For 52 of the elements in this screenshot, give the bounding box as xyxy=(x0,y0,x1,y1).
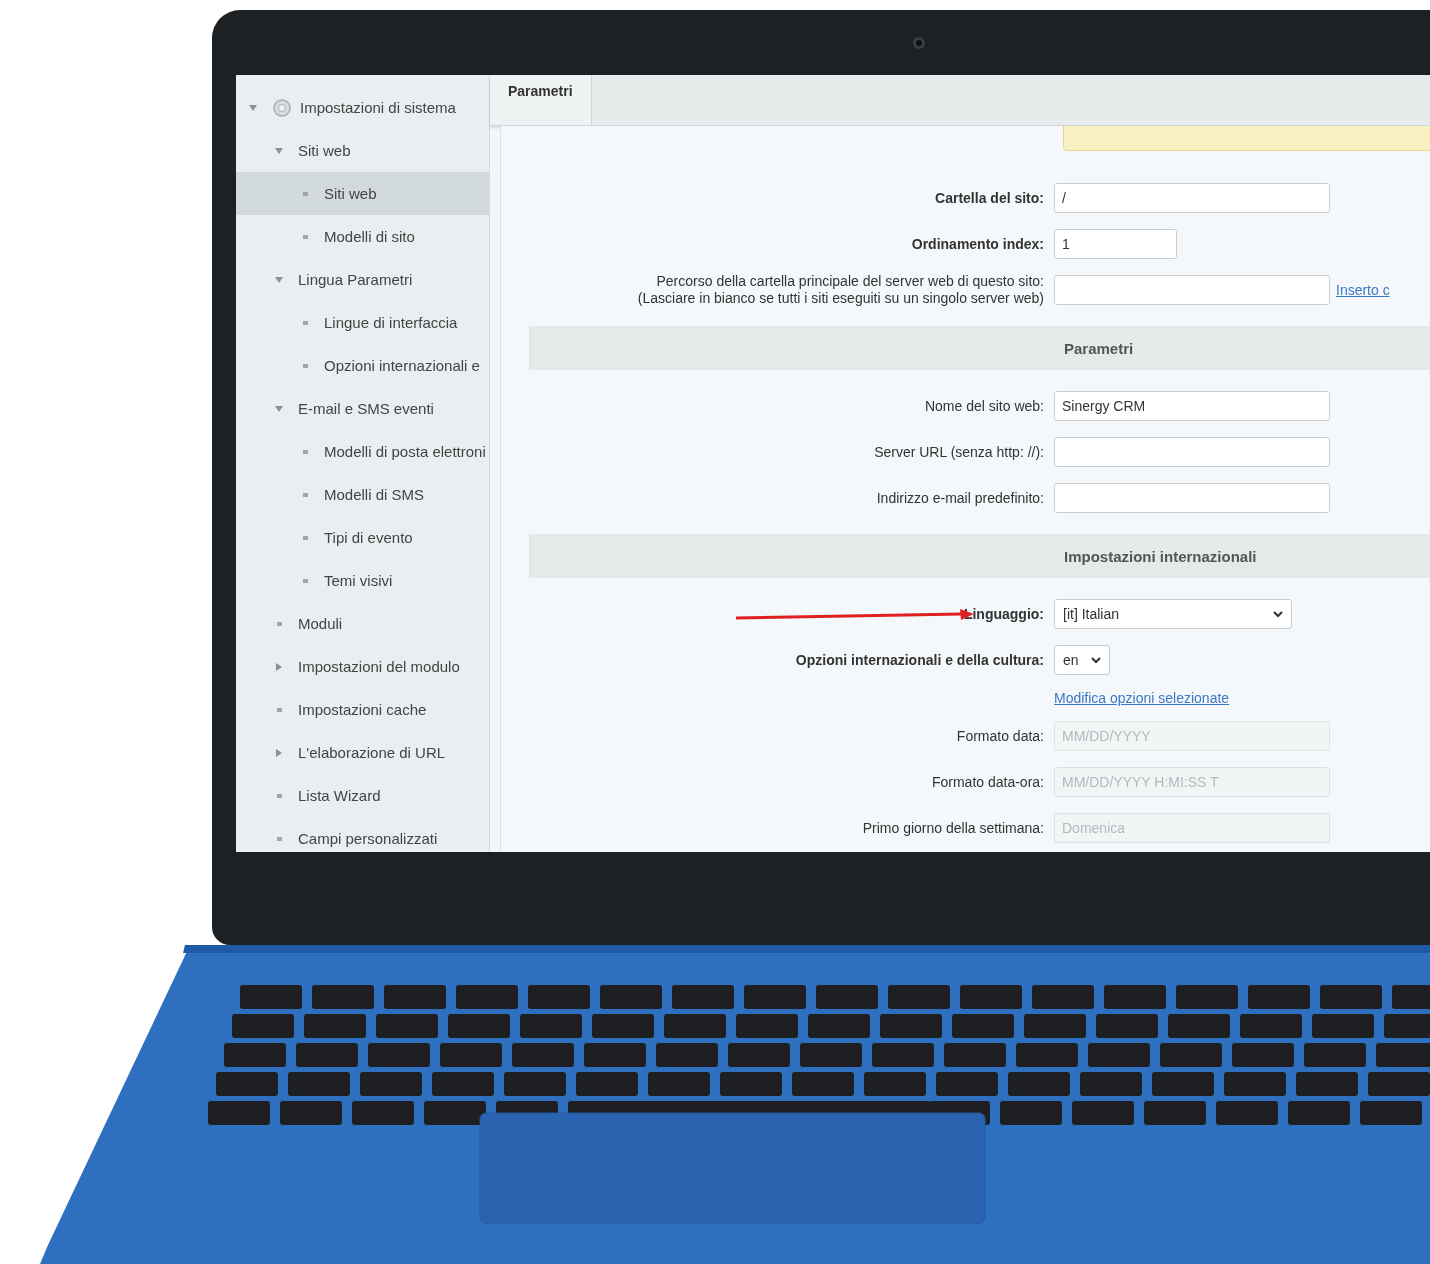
dropdown[interactable]: en xyxy=(1054,645,1110,675)
section-title: Impostazioni internazionali xyxy=(1063,547,1258,565)
input-field[interactable] xyxy=(1054,275,1330,305)
tree-item[interactable]: Campi personalizzati xyxy=(236,817,489,852)
tree-item[interactable]: E-mail e SMS eventi xyxy=(236,387,489,430)
tree-item[interactable]: Impostazioni di sistema xyxy=(236,86,489,129)
tree-item[interactable]: Lista Wizard xyxy=(236,774,489,817)
input-field[interactable]: 1 xyxy=(1054,229,1177,259)
tab[interactable]: Parametri xyxy=(490,75,592,125)
edit-options-link[interactable]: Modifica opzioni selezionate xyxy=(1054,690,1230,706)
input-field[interactable]: / xyxy=(1054,183,1330,213)
input-field[interactable] xyxy=(1054,437,1330,467)
tree-item[interactable]: Modelli di sito xyxy=(236,215,489,258)
input-field[interactable] xyxy=(1054,483,1330,513)
field-label: Cartella del sito: xyxy=(935,189,1044,207)
tree-item[interactable]: Siti web xyxy=(236,172,489,215)
field-label: Nome del sito web: xyxy=(924,397,1044,415)
field-label: Ordinamento index: xyxy=(911,235,1044,253)
tree-item[interactable]: Modelli di posta elettroni xyxy=(236,430,489,473)
settings-icon xyxy=(272,97,292,118)
tree-item[interactable]: Lingue di interfaccia xyxy=(236,301,489,344)
field-label: Indirizzo e-mail predefinito: xyxy=(876,489,1044,507)
expanded-arrow-icon xyxy=(274,403,284,414)
field-label: Percorso della cartella principale del server web di questo sito: (Lasciare in bianco se tutti i siti eseguiti su un singolo server web) xyxy=(637,273,1044,307)
chevron-down-icon xyxy=(1273,610,1283,618)
field-label: Opzioni internazionali e della cultura: xyxy=(795,651,1044,669)
field-label: Linguaggio: xyxy=(963,605,1044,623)
tree-item[interactable]: Temi visivi xyxy=(236,559,489,602)
collapsed-arrow-icon xyxy=(274,661,284,672)
tree-item[interactable]: L'elaborazione di URL xyxy=(236,731,489,774)
tree-item[interactable]: Siti web xyxy=(236,129,489,172)
camera-icon xyxy=(912,36,926,50)
field-label: Formato data: xyxy=(956,727,1044,745)
field-label: Primo giorno della settimana: xyxy=(862,819,1044,837)
collapsed-arrow-icon xyxy=(274,747,284,758)
tree-item[interactable]: Modelli di SMS xyxy=(236,473,489,516)
tree-item[interactable]: Tipi di evento xyxy=(236,516,489,559)
tree-item[interactable]: Moduli xyxy=(236,602,489,645)
input-field[interactable]: Sinergy CRM xyxy=(1054,391,1330,421)
expanded-arrow-icon xyxy=(248,102,258,113)
tree-item[interactable]: Impostazioni cache xyxy=(236,688,489,731)
tree-item[interactable]: Lingua Parametri xyxy=(236,258,489,301)
insert-link[interactable]: Inserto c xyxy=(1336,282,1390,298)
tree-item[interactable]: Impostazioni del modulo xyxy=(236,645,489,688)
field-label: Server URL (senza http: //): xyxy=(874,443,1044,461)
section-title: Parametri xyxy=(1063,339,1135,357)
field-label: Formato data-ora: xyxy=(931,773,1044,791)
dropdown[interactable]: [it] Italian xyxy=(1054,599,1292,629)
expanded-arrow-icon xyxy=(274,274,284,285)
tree-item[interactable]: Opzioni internazionali e xyxy=(236,344,489,387)
chevron-down-icon xyxy=(1091,656,1101,664)
expanded-arrow-icon xyxy=(274,145,284,156)
